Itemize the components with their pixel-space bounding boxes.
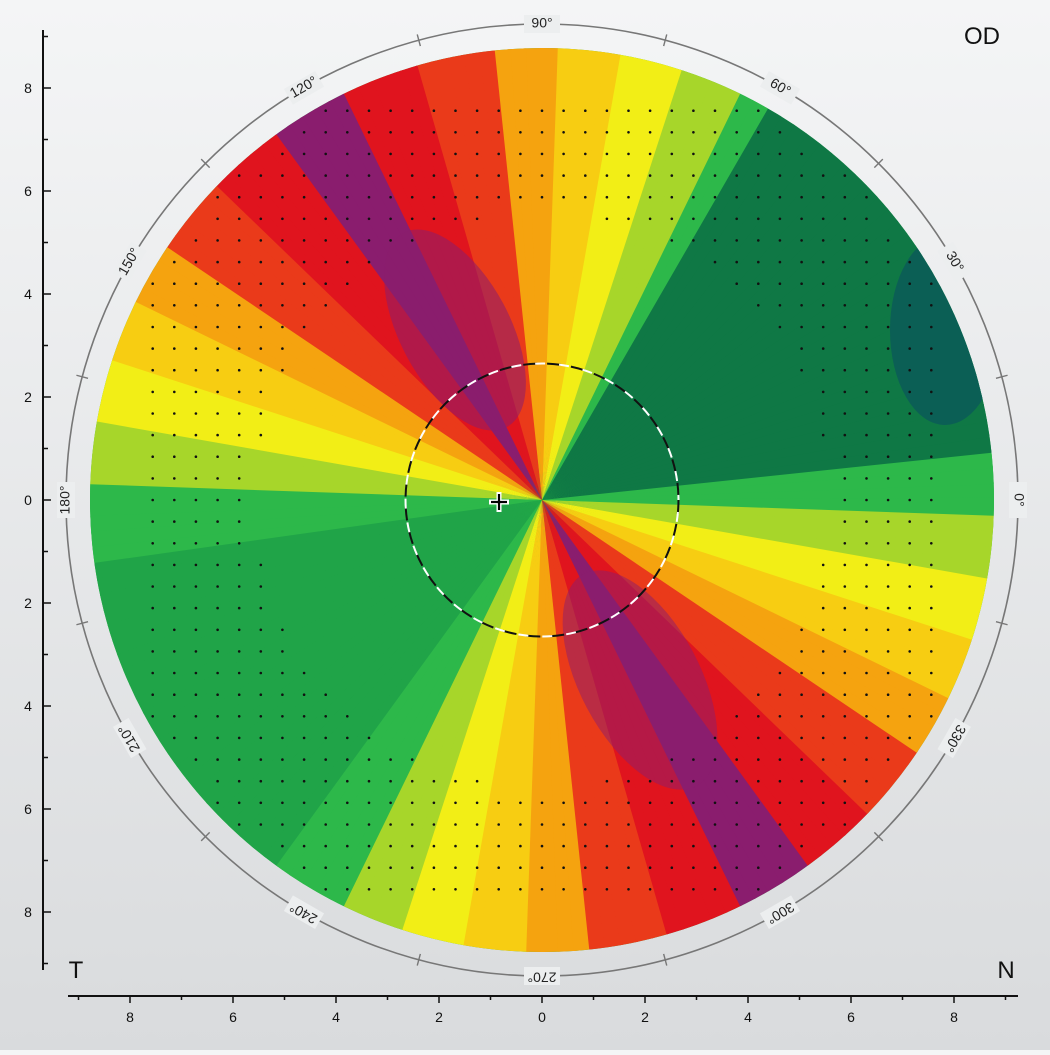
y-tick-label: 6 <box>24 183 32 199</box>
y-tick-label: 8 <box>24 904 32 920</box>
x-tick-label: 8 <box>950 1009 958 1025</box>
x-tick-label: 4 <box>332 1009 340 1025</box>
color-topography-map <box>90 48 994 952</box>
x-tick-label: 2 <box>435 1009 443 1025</box>
angle-label: 180° <box>57 486 73 515</box>
y-tick-label: 6 <box>24 801 32 817</box>
eye-label: OD <box>964 23 1000 50</box>
y-tick-label: 2 <box>24 389 32 405</box>
y-tick-label: 4 <box>24 698 32 714</box>
y-tick-label: 8 <box>24 80 32 96</box>
x-tick-label: 0 <box>538 1009 546 1025</box>
y-tick-label: 2 <box>24 595 32 611</box>
temporal-side-label: T <box>69 957 84 984</box>
nasal-side-label: N <box>997 957 1014 984</box>
corneal-map-svg: 90°60°30°0°330°300°270°240°210°180°150°1… <box>24 15 1027 1025</box>
x-tick-label: 6 <box>229 1009 237 1025</box>
x-tick-label: 8 <box>126 1009 134 1025</box>
x-axis-ticks: 8 6 4 2 0 2 4 6 8 <box>77 996 1007 1025</box>
angle-label: 90° <box>531 15 552 31</box>
angle-label: 0° <box>1011 493 1027 506</box>
y-tick-label: 4 <box>24 286 32 302</box>
x-tick-label: 4 <box>744 1009 752 1025</box>
y-axis-ticks: 8 6 4 2 0 2 4 6 8 <box>24 35 51 965</box>
x-tick-label: 6 <box>847 1009 855 1025</box>
topography-map-view: 90° 60° 30° 0° 330° 300° 270° 240° 210° 180° 150° 1… <box>0 0 1050 1050</box>
y-tick-label: 0 <box>24 492 32 508</box>
angle-label: 270° <box>528 969 557 985</box>
x-tick-label: 2 <box>641 1009 649 1025</box>
